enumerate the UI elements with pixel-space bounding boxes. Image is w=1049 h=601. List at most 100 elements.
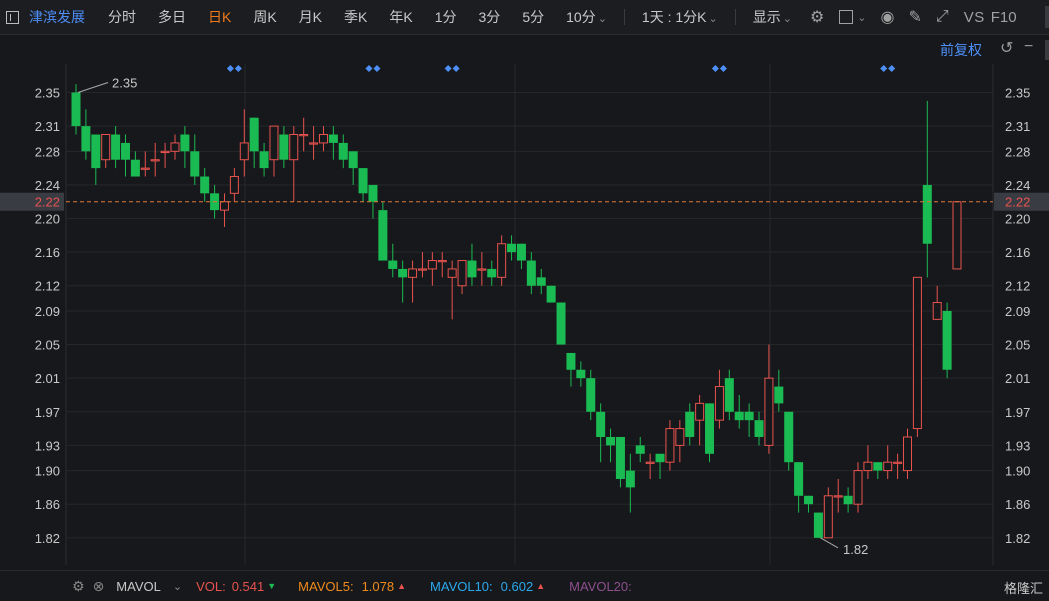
candle-body [685,411,695,437]
candle-body [516,243,526,261]
candle-body [408,268,418,278]
candle-body [903,436,913,472]
settings-gear-icon[interactable]: ⚙ [72,578,85,595]
candle-body [170,142,180,152]
y-tick-label-left: 2.35 [35,86,60,101]
candle-body [526,260,536,286]
candle-body [724,378,734,412]
candle-body [952,201,962,270]
candle-body [259,151,269,169]
y-axis-labels: 2.35 2.35 2.31 2.31 2.28 2.28 2.24 2.24 2.20 2.20… [35,86,1031,546]
candle-body [546,285,556,303]
y-tick-label-left: 2.05 [35,338,60,353]
chevron-down-icon[interactable]: ⌄ [173,580,182,593]
candle-body [813,512,823,538]
mavol10-value: 0.602 [500,578,534,594]
watermark-logo: 格隆汇 [1003,581,1043,596]
y-tick-label-right: 1.86 [1005,497,1030,512]
min-label-leader [820,537,839,549]
candle-body [437,260,447,263]
candle-body [556,302,566,345]
candle-body [318,134,328,144]
candle-body [695,402,705,421]
candle-body [130,159,140,177]
candle-body [893,461,903,464]
candle-body [635,445,645,454]
candle-body [873,462,883,471]
mavol5-value: 1.078 [361,578,395,594]
candle-body [645,461,655,464]
y-tick-label-right: 1.93 [1005,438,1030,453]
candle-body [536,277,546,286]
y-tick-label-right: 2.09 [1005,304,1030,319]
indicator-name[interactable]: MAVOL [116,579,161,594]
mavol10-label: MAVOL10: [430,578,493,594]
candle-body [586,378,596,412]
mavol5-label: MAVOL5: [298,578,354,594]
candle-body [665,428,675,463]
y-tick-label-right: 1.90 [1005,464,1030,479]
candle-body [566,352,576,370]
last-price-label-right: 2.22 [1005,195,1030,210]
candle-body [487,268,497,278]
candle-body [457,260,467,287]
candle-body [784,411,794,463]
candle-body [101,134,111,161]
y-tick-label-right: 2.24 [1005,178,1030,193]
max-price-label: 2.35 [112,76,137,91]
candle-body [467,260,477,278]
y-tick-label-right: 2.28 [1005,144,1030,159]
event-marker [888,64,896,73]
y-tick-label-left: 2.16 [35,245,60,260]
candle-body [754,420,764,437]
candle-body [299,134,309,137]
y-tick-label-right: 2.12 [1005,279,1030,294]
event-marker [711,64,719,73]
candle-body [853,470,863,505]
candle-body [309,142,319,145]
candle-body [675,428,685,446]
close-icon[interactable]: ⊗ [93,578,105,595]
y-tick-label-left: 2.12 [35,279,60,294]
y-tick-label-left: 2.09 [35,304,60,319]
candle-body [219,201,229,211]
candle-body [932,302,942,320]
candle-body [625,470,635,488]
candle-body [358,168,368,194]
y-tick-label-right: 2.31 [1005,119,1030,134]
min-price-label: 1.82 [843,542,868,557]
candle-body [794,462,804,496]
candle-body [576,369,586,379]
event-marker [452,64,460,73]
candle-body [606,436,616,446]
candle-body [596,411,606,437]
y-tick-label-left: 1.97 [35,405,60,420]
candle-body [388,260,398,269]
candle-body [922,184,932,244]
candle-body [417,268,427,271]
event-marker [880,64,888,73]
y-tick-label-right: 2.20 [1005,212,1030,227]
y-tick-label-right: 2.16 [1005,245,1030,260]
event-marker [444,64,452,73]
candle-body [81,126,91,152]
candle-body [734,411,744,421]
y-tick-label-left: 1.82 [35,531,60,546]
candle-body [249,117,259,152]
candle-body [744,411,754,421]
y-tick-label-left: 1.86 [35,497,60,512]
candle-body [348,151,358,169]
up-arrow-icon: ▲ [536,581,546,591]
candle-body [180,134,190,152]
event-marker [226,64,234,73]
candle-body [398,268,408,278]
candle-body [289,134,299,161]
candle-body [764,377,774,446]
candle-body [160,150,170,154]
candle-body [71,92,81,127]
candle-body [843,495,853,505]
candlestick-chart[interactable]: 2.35 2.35 2.31 2.31 2.28 2.28 2.24 2.24 2.20 2.20… [0,0,1049,570]
candle-body [111,134,121,160]
event-marker [373,64,381,73]
last-price-label-left: 2.22 [35,195,60,210]
